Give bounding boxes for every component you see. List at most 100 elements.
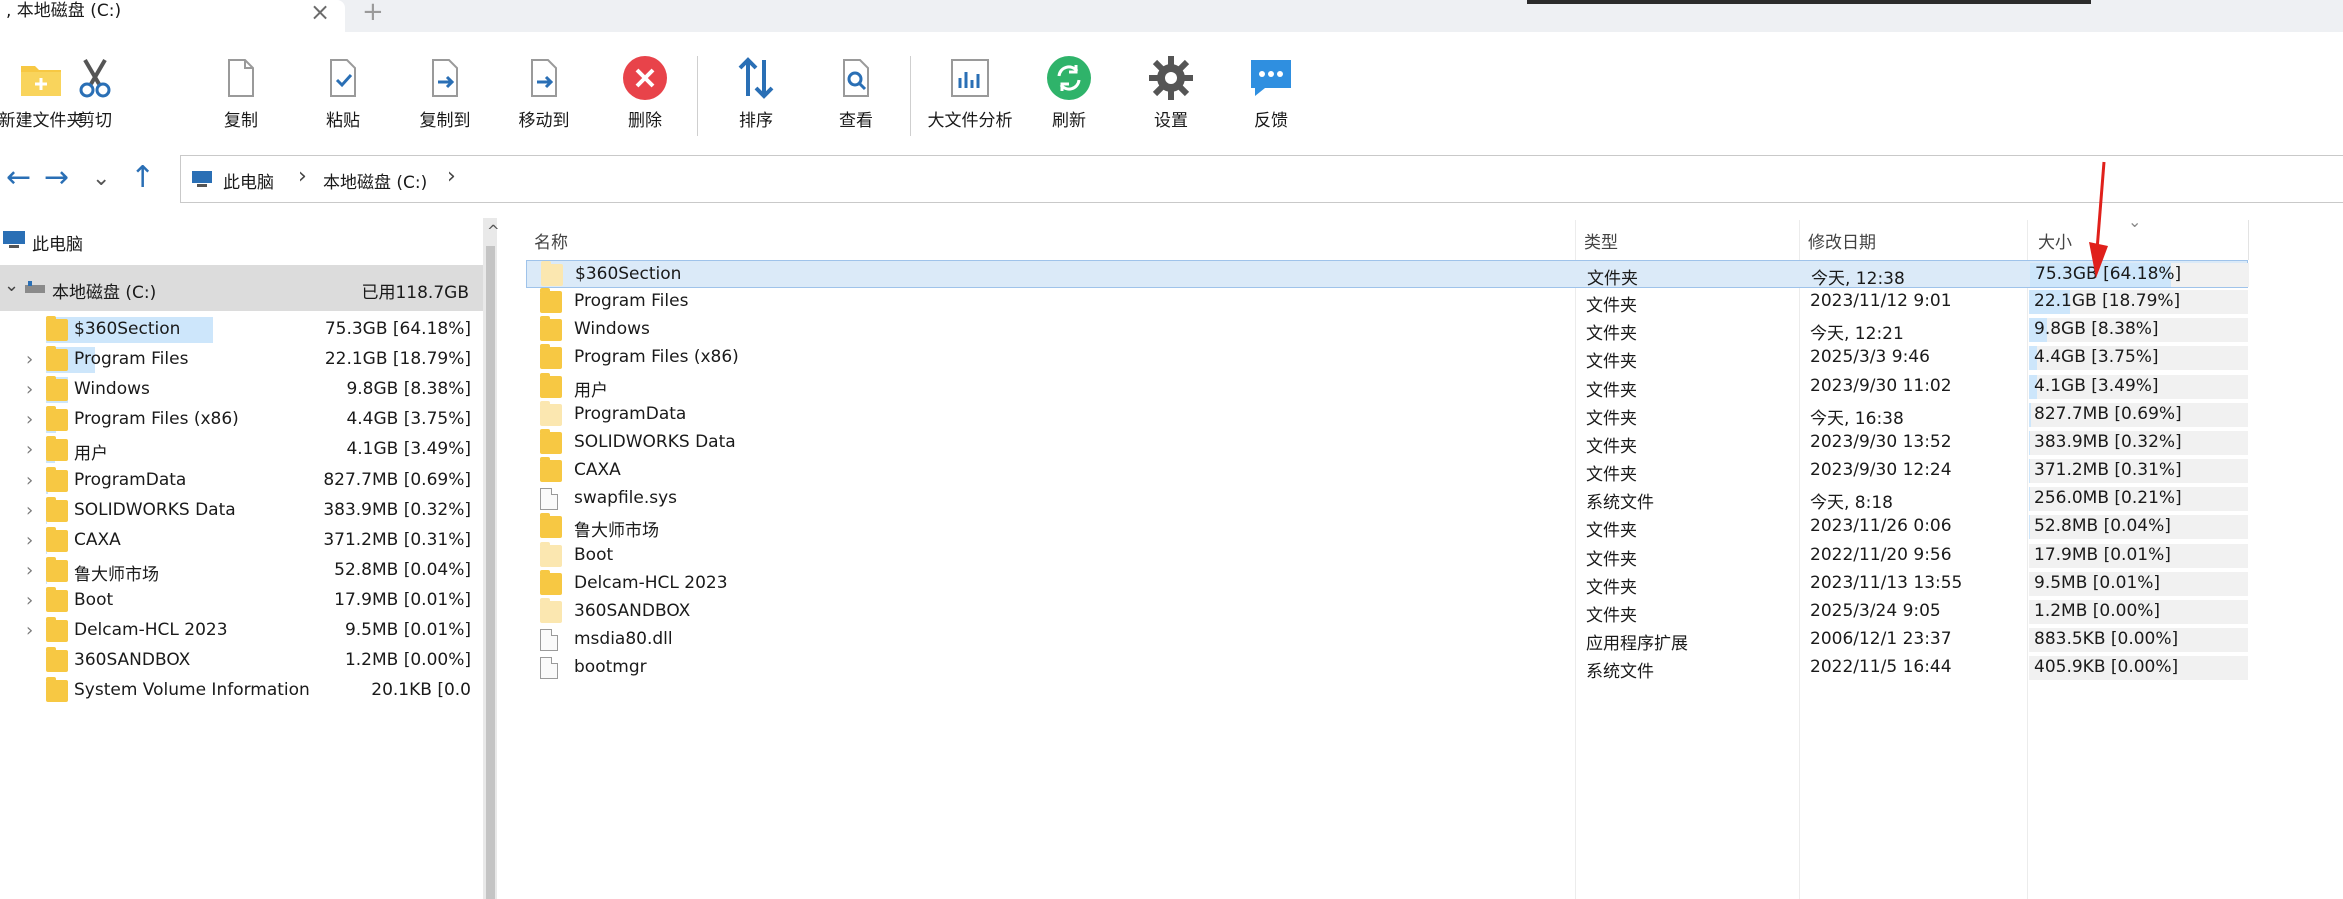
file-icon [540,628,558,651]
tree-item-label: 用户 [74,444,108,465]
file-name: bootmgr [574,657,647,678]
sort-icon [738,57,774,99]
file-row[interactable]: 360SANDBOX 文件夹 2025/3/24 9:05 1.2MB [0.00%] [526,597,2248,626]
settings-button[interactable]: 设置 [1116,54,1226,138]
tab-close-icon[interactable]: × [310,0,330,26]
tree-item-local-disk[interactable]: ⌄ 本地磁盘 (C:) 已用118.7GB [0,265,483,311]
tree-item[interactable]: › Delcam-HCL 2023 9.5MB [0.01%] [0,616,483,646]
tree-item[interactable]: › 用户 4.1GB [3.49%] [0,435,483,465]
file-row[interactable]: $360Section 文件夹 今天, 12:38 75.3GB [64.18%] [526,260,2249,289]
file-row[interactable]: Delcam-HCL 2023 文件夹 2023/11/13 13:55 9.5MB … [526,569,2248,598]
history-dropdown-icon[interactable]: ⌄ [92,166,110,191]
tree-item[interactable]: › Windows 9.8GB [8.38%] [0,375,483,405]
copy-to-button[interactable]: 复制到 [390,54,500,138]
expand-chevron-icon[interactable]: › [26,439,33,460]
tree-item-size: 52.8MB [0.04%] [334,559,471,580]
tree-item[interactable]: › 鲁大师市场 52.8MB [0.04%] [0,556,483,586]
tree-item-label: Boot [74,589,114,610]
up-arrow-icon[interactable]: ↑ [130,160,155,195]
expand-chevron-icon[interactable]: › [26,530,33,551]
tree-item[interactable]: 360SANDBOX 1.2MB [0.00%] [0,646,483,676]
folder-icon [46,677,68,703]
view-button[interactable]: 查看 [801,54,911,138]
column-header-type[interactable]: 类型 [1584,228,1618,253]
expand-chevron-icon[interactable]: › [26,470,33,491]
file-row[interactable]: Program Files (x86) 文件夹 2025/3/3 9:46 4.4GB… [526,344,2248,372]
file-type: 文件夹 [1586,296,1637,317]
folder-icon [540,428,562,454]
file-row[interactable]: SOLIDWORKS Data 文件夹 2023/9/30 13:52 383.9MB… [526,428,2248,457]
file-row[interactable]: Windows 文件夹 今天, 12:21 9.8GB [8.38%] [526,316,2248,344]
tree-item-size: 1.2MB [0.00%] [344,650,471,671]
tree-item-size: 827.7MB [0.69%] [323,469,471,490]
refresh-label: 刷新 [1052,111,1086,131]
size-bar [2029,430,2030,455]
column-header-date[interactable]: 修改日期 [1808,228,1876,253]
expand-chevron-icon[interactable]: › [26,500,33,521]
file-name: Boot [574,544,614,565]
file-row[interactable]: 鲁大师市场 文件夹 2023/11/26 0:06 52.8MB [0.04%] [526,513,2248,541]
forward-arrow-icon[interactable]: → [44,160,69,195]
back-arrow-icon[interactable]: ← [6,160,31,195]
file-name: swapfile.sys [574,488,678,509]
column-header-size[interactable]: 大小 [2038,228,2072,253]
tree-item[interactable]: › ProgramData 827.7MB [0.69%] [0,466,483,496]
file-name: Windows [574,319,650,340]
expand-chevron-icon[interactable]: › [26,409,33,430]
copy-button[interactable]: 复制 [186,54,296,138]
scroll-up-icon[interactable]: ^ [487,222,500,240]
tree-item[interactable]: › Program Files (x86) 4.4GB [3.75%] [0,405,483,435]
file-type: 文件夹 [1586,380,1637,401]
column-header-name[interactable]: 名称 [534,228,568,253]
file-row[interactable]: bootmgr 系统文件 2022/11/5 16:44 405.9KB [0.00%… [526,654,2248,682]
top-edge-bar [1527,0,2091,4]
file-row[interactable]: CAXA 文件夹 2023/9/30 12:24 371.2MB [0.31%] [526,457,2248,485]
tree-item[interactable]: › SOLIDWORKS Data 383.9MB [0.32%] [0,496,483,526]
file-date: 今天, 8:18 [1810,493,1893,514]
file-row[interactable]: Program Files 文件夹 2023/11/12 9:01 22.1GB [1… [526,288,2248,316]
annotation-arrow-icon [2089,161,2108,278]
address-bar[interactable]: 此电脑 › 本地磁盘 (C:) › [180,155,2343,203]
file-row[interactable]: swapfile.sys 系统文件 今天, 8:18 256.0MB [0.21%] [526,485,2248,513]
collapse-chevron-icon[interactable]: ⌄ [4,275,19,296]
tree-item[interactable]: System Volume Information 20.1KB [0.0 [0,676,483,706]
delete-button[interactable]: 删除 [590,54,700,138]
new-tab-icon[interactable]: + [362,0,384,27]
file-date: 2023/9/30 13:52 [1810,431,1952,452]
expand-chevron-icon[interactable]: › [26,349,33,370]
file-date: 2022/11/5 16:44 [1810,657,1952,678]
feedback-button[interactable]: 反馈 [1216,54,1326,138]
expand-chevron-icon[interactable]: › [26,590,33,611]
breadcrumb-chevron-icon[interactable]: › [447,164,456,189]
sort-button[interactable]: 排序 [701,54,811,138]
tree-item[interactable]: › Program Files 22.1GB [18.79%] [0,345,483,375]
expand-chevron-icon[interactable]: › [26,379,33,400]
tree-item[interactable]: $360Section 75.3GB [64.18%] [0,315,483,345]
file-row[interactable]: Boot 文件夹 2022/11/20 9:56 17.9MB [0.01%] [526,541,2248,570]
file-row[interactable]: msdia80.dll 应用程序扩展 2006/12/1 23:37 883.5KB … [526,626,2248,654]
file-size: 405.9KB [0.00%] [2034,657,2179,678]
tree-item[interactable]: › Boot 17.9MB [0.01%] [0,586,483,616]
file-row[interactable]: 用户 文件夹 2023/9/30 11:02 4.1GB [3.49%] [526,372,2248,401]
file-date: 2022/11/20 9:56 [1810,544,1952,565]
file-type: 文件夹 [1586,549,1637,570]
expand-chevron-icon[interactable]: › [26,620,33,641]
tree-item-label: 360SANDBOX [74,650,191,671]
tree-item-this-pc[interactable]: 此电脑 [0,218,483,262]
tab-local-disk[interactable]: , 本地磁盘 (C:) × [0,0,345,32]
tree-item[interactable]: › CAXA 371.2MB [0.31%] [0,526,483,556]
column-divider[interactable] [2248,220,2249,260]
breadcrumb-drive[interactable]: 本地磁盘 (C:) [323,168,427,193]
breadcrumb-chevron-icon[interactable]: › [298,164,307,189]
breadcrumb-pc[interactable]: 此电脑 [223,168,274,193]
large-file-analysis-button[interactable]: 大文件分析 [915,54,1025,138]
file-row[interactable]: ProgramData 文件夹 今天, 16:38 827.7MB [0.69%] [526,400,2248,429]
paste-button[interactable]: 粘贴 [288,54,398,138]
file-name: Program Files [574,291,689,312]
tree-scroll-thumb[interactable] [486,246,495,899]
refresh-button[interactable]: 刷新 [1014,54,1124,138]
folder-icon [540,288,562,314]
cut-button[interactable]: 剪切 [40,54,150,138]
move-to-button[interactable]: 移动到 [489,54,599,138]
expand-chevron-icon[interactable]: › [26,560,33,581]
